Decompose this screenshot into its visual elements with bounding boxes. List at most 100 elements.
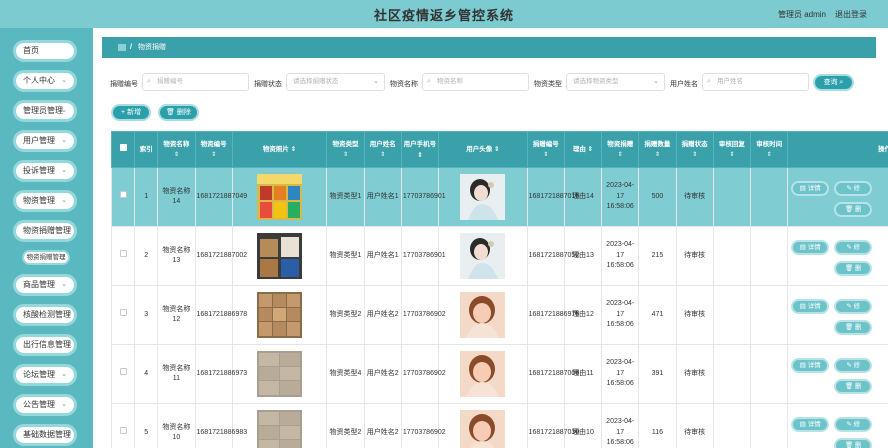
row-select-cell[interactable] xyxy=(111,344,136,404)
sort-icon[interactable]: ⇕ xyxy=(494,146,499,153)
edit-button[interactable]: ✎ 修 xyxy=(834,299,873,314)
index-cell: 3 xyxy=(134,285,159,345)
delete-button[interactable]: 🗑 删除 xyxy=(158,104,199,121)
user-name-input[interactable]: ⌕ 用户姓名 xyxy=(702,73,809,91)
col-header[interactable]: 物资类型 ⇕ xyxy=(326,131,365,168)
phone-cell: 17703786902 xyxy=(400,285,446,345)
edit-button[interactable]: ✎ 修 xyxy=(834,358,873,373)
sidebar-item-nucleic[interactable]: 核酸检测管理 xyxy=(13,304,77,326)
row-checkbox[interactable] xyxy=(119,427,127,435)
select-all-checkbox[interactable] xyxy=(119,144,127,151)
add-button[interactable]: + 新增 xyxy=(111,104,151,121)
table-row[interactable]: 3 物资名称12 1681721886978 物资类型2 用户姓名2 1770378690… xyxy=(111,285,888,345)
col-header[interactable]: 物资名称 ⇕ xyxy=(157,131,196,168)
sort-icon[interactable]: ⇕ xyxy=(291,146,296,153)
sidebar-item-goods[interactable]: 物资管理 ⌄ xyxy=(13,190,77,212)
sort-icon[interactable]: ⇕ xyxy=(366,150,400,161)
reason-cell: 理由10 xyxy=(563,403,603,448)
home-icon[interactable] xyxy=(118,43,126,51)
detail-button[interactable]: ▤ 详情 xyxy=(791,299,830,314)
sort-icon[interactable]: ⇕ xyxy=(529,150,563,161)
col-header[interactable]: 用户手机号 ⇕ xyxy=(400,131,440,168)
row-checkbox[interactable] xyxy=(119,191,127,199)
donation-status-select[interactable]: 请选择捐赠状态 ⌄ xyxy=(286,73,385,91)
table-row[interactable]: 5 物资名称10 1681721886983 物资类型2 用户姓名2 1770378690… xyxy=(111,403,888,448)
donation-no-input[interactable]: ⌕ 捐赠编号 xyxy=(142,73,249,91)
sidebar-item-notice[interactable]: 公告管理 ⌄ xyxy=(13,394,77,416)
row-delete-button[interactable]: 🗑 删 xyxy=(834,320,873,335)
select-all-cell[interactable] xyxy=(111,131,136,168)
row-delete-button[interactable]: 🗑 删 xyxy=(834,202,873,217)
detail-button[interactable]: ▤ 详情 xyxy=(791,358,830,373)
col-header[interactable]: 用户姓名 ⇕ xyxy=(363,131,402,168)
status-cell: 待审核 xyxy=(675,285,714,345)
row-delete-button[interactable]: 🗑 删 xyxy=(834,379,873,394)
sort-icon[interactable]: ⇕ xyxy=(678,150,712,161)
table-row[interactable]: 4 物资名称11 1681721886973 物资类型4 用户姓名2 1770378690… xyxy=(111,344,888,404)
detail-button[interactable]: ▤ 详情 xyxy=(791,181,830,196)
row-select-cell[interactable] xyxy=(111,403,136,448)
sort-icon[interactable]: ⇕ xyxy=(603,150,637,161)
row-select-cell[interactable] xyxy=(111,167,136,227)
sidebar-item-admin[interactable]: 管理员管理 ⌄ xyxy=(13,100,77,122)
chevron-down-icon: ⌄ xyxy=(61,167,67,174)
row-select-cell[interactable] xyxy=(111,226,136,286)
col-header[interactable]: 物资编号 ⇕ xyxy=(194,131,233,168)
sidebar-item-forum[interactable]: 论坛管理 ⌄ xyxy=(13,364,77,386)
top-header: 社区疫情返乡管控系统 管理员 admin 退出登录 xyxy=(0,0,888,28)
quantity-cell: 471 xyxy=(638,285,677,345)
goods-name-input[interactable]: ⌕ 物资名称 xyxy=(422,73,529,91)
row-checkbox[interactable] xyxy=(119,368,127,376)
sidebar-item-complaints[interactable]: 投诉管理 ⌄ xyxy=(13,160,77,182)
row-delete-button[interactable]: 🗑 删 xyxy=(834,261,873,276)
row-checkbox[interactable] xyxy=(119,309,127,317)
submenu-item-donations[interactable]: 物资捐赠管理 xyxy=(22,250,70,265)
col-header[interactable]: 用户头像 ⇕ xyxy=(438,131,528,168)
review-reply-cell xyxy=(712,403,752,448)
sort-icon[interactable]: ⇕ xyxy=(159,150,193,161)
row-checkbox[interactable] xyxy=(119,250,127,258)
sidebar-item-profile[interactable]: 个人中心 ⌄ xyxy=(13,70,77,92)
sort-icon[interactable]: ⇕ xyxy=(588,146,593,153)
sidebar-item-basic-data[interactable]: 基础数据管理 xyxy=(13,424,77,446)
col-header[interactable]: 物资捐赠 ⇕ xyxy=(601,131,640,168)
sidebar-item-users[interactable]: 用户管理 ⌄ xyxy=(13,130,77,152)
sort-icon[interactable]: ⇕ xyxy=(328,150,362,161)
trash-icon: 🗑 xyxy=(844,206,854,213)
logout-link[interactable]: 退出登录 xyxy=(835,9,867,20)
sort-icon[interactable]: ⇕ xyxy=(640,150,674,161)
col-header[interactable]: 审核时间 ⇕ xyxy=(750,131,789,168)
col-header[interactable]: 物资照片 ⇕ xyxy=(231,131,328,168)
sidebar-item-home[interactable]: 首页 xyxy=(13,40,77,62)
col-header[interactable]: 捐赠状态 ⇕ xyxy=(675,131,714,168)
sidebar-item-travel[interactable]: 出行信息管理 xyxy=(13,334,77,356)
sidebar-item-products[interactable]: 商品管理 ⌄ xyxy=(13,274,77,296)
col-header[interactable]: 捐赠编号 ⇕ xyxy=(526,131,565,168)
donation-no-cell: 1681721886975 xyxy=(526,285,579,345)
query-button[interactable]: 查询 ⌕ xyxy=(813,74,854,91)
row-select-cell[interactable] xyxy=(111,285,136,345)
sidebar-item-donations[interactable]: 物资捐赠管理 xyxy=(13,220,77,242)
table-row[interactable]: 1 物资名称14 1681721887049 物资类型1 用户姓名1 1770378690… xyxy=(111,167,888,227)
sort-icon[interactable]: ⇕ xyxy=(197,150,231,161)
sort-icon[interactable]: ⇕ xyxy=(417,152,422,159)
detail-button[interactable]: ▤ 详情 xyxy=(791,417,830,432)
review-time-cell xyxy=(750,167,789,227)
sort-icon[interactable]: ⇕ xyxy=(715,150,749,161)
row-delete-button[interactable]: 🗑 删 xyxy=(834,438,873,448)
edit-button[interactable]: ✎ 修 xyxy=(834,181,873,196)
table-row[interactable]: 2 物资名称13 1681721887002 物资类型1 用户姓名1 1770378690… xyxy=(111,226,888,286)
detail-button[interactable]: ▤ 详情 xyxy=(791,240,830,255)
goods-type-label: 物资类型 xyxy=(534,81,562,88)
sort-icon[interactable]: ⇕ xyxy=(752,150,786,161)
col-header[interactable]: 捐赠数量 ⇕ xyxy=(638,131,677,168)
detail-icon: ▤ xyxy=(799,303,806,310)
avatar-cell xyxy=(438,285,528,345)
edit-button[interactable]: ✎ 修 xyxy=(834,240,873,255)
edit-button[interactable]: ✎ 修 xyxy=(834,417,873,432)
goods-type-select[interactable]: 请选择物资类型 ⌄ xyxy=(566,73,665,91)
add-button-label: 新增 xyxy=(127,109,142,116)
col-header[interactable]: 审核回复 ⇕ xyxy=(712,131,752,168)
chevron-down-icon: ⌄ xyxy=(373,78,379,85)
col-header[interactable]: 理由 ⇕ xyxy=(563,131,603,168)
